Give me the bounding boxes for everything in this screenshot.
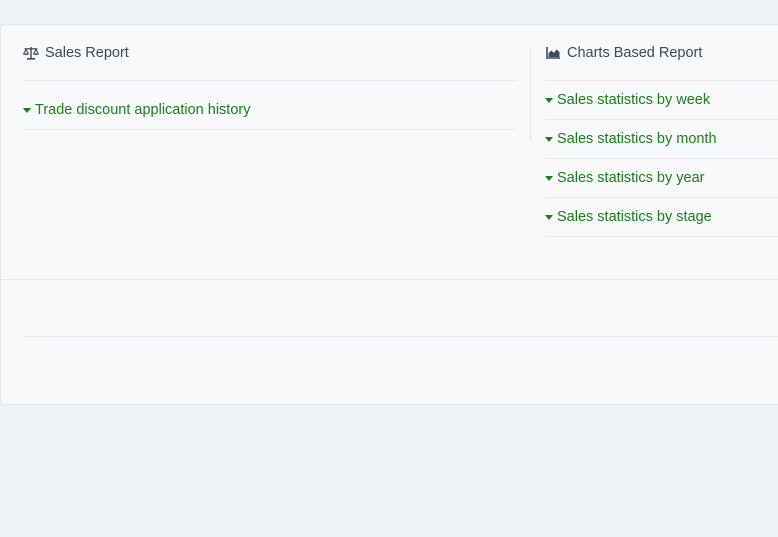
link-label: Sales statistics by week — [557, 92, 711, 108]
scale-icon — [23, 46, 39, 60]
sales-stats-year-link[interactable]: Sales statistics by year — [545, 159, 778, 198]
link-label: Sales statistics by stage — [557, 209, 712, 225]
caret-down-icon — [23, 107, 31, 113]
link-label: Sales statistics by month — [557, 131, 717, 147]
link-label: Sales statistics by year — [557, 170, 705, 186]
column-divider — [530, 47, 531, 141]
trade-discount-history-link[interactable]: Trade discount application history — [23, 81, 516, 130]
sales-report-title: Sales Report — [45, 44, 129, 61]
caret-down-icon — [545, 136, 553, 142]
sales-report-header: Sales Report — [23, 25, 516, 81]
sales-stats-week-link[interactable]: Sales statistics by week — [545, 81, 778, 120]
charts-report-title: Charts Based Report — [567, 44, 703, 61]
caret-down-icon — [545, 97, 553, 103]
section-divider — [23, 336, 778, 337]
charts-report-header: Charts Based Report — [545, 25, 778, 81]
area-chart-icon — [545, 46, 561, 60]
caret-down-icon — [545, 175, 553, 181]
caret-down-icon — [545, 214, 553, 220]
sales-stats-month-link[interactable]: Sales statistics by month — [545, 120, 778, 159]
link-label: Trade discount application history — [35, 102, 251, 118]
sales-report-section: Sales Report Trade discount application … — [23, 25, 516, 130]
section-divider — [1, 279, 778, 280]
report-panel: Sales Report Trade discount application … — [0, 24, 778, 405]
sales-stats-stage-link[interactable]: Sales statistics by stage — [545, 198, 778, 237]
charts-report-section: Charts Based Report Sales statistics by … — [545, 25, 778, 237]
